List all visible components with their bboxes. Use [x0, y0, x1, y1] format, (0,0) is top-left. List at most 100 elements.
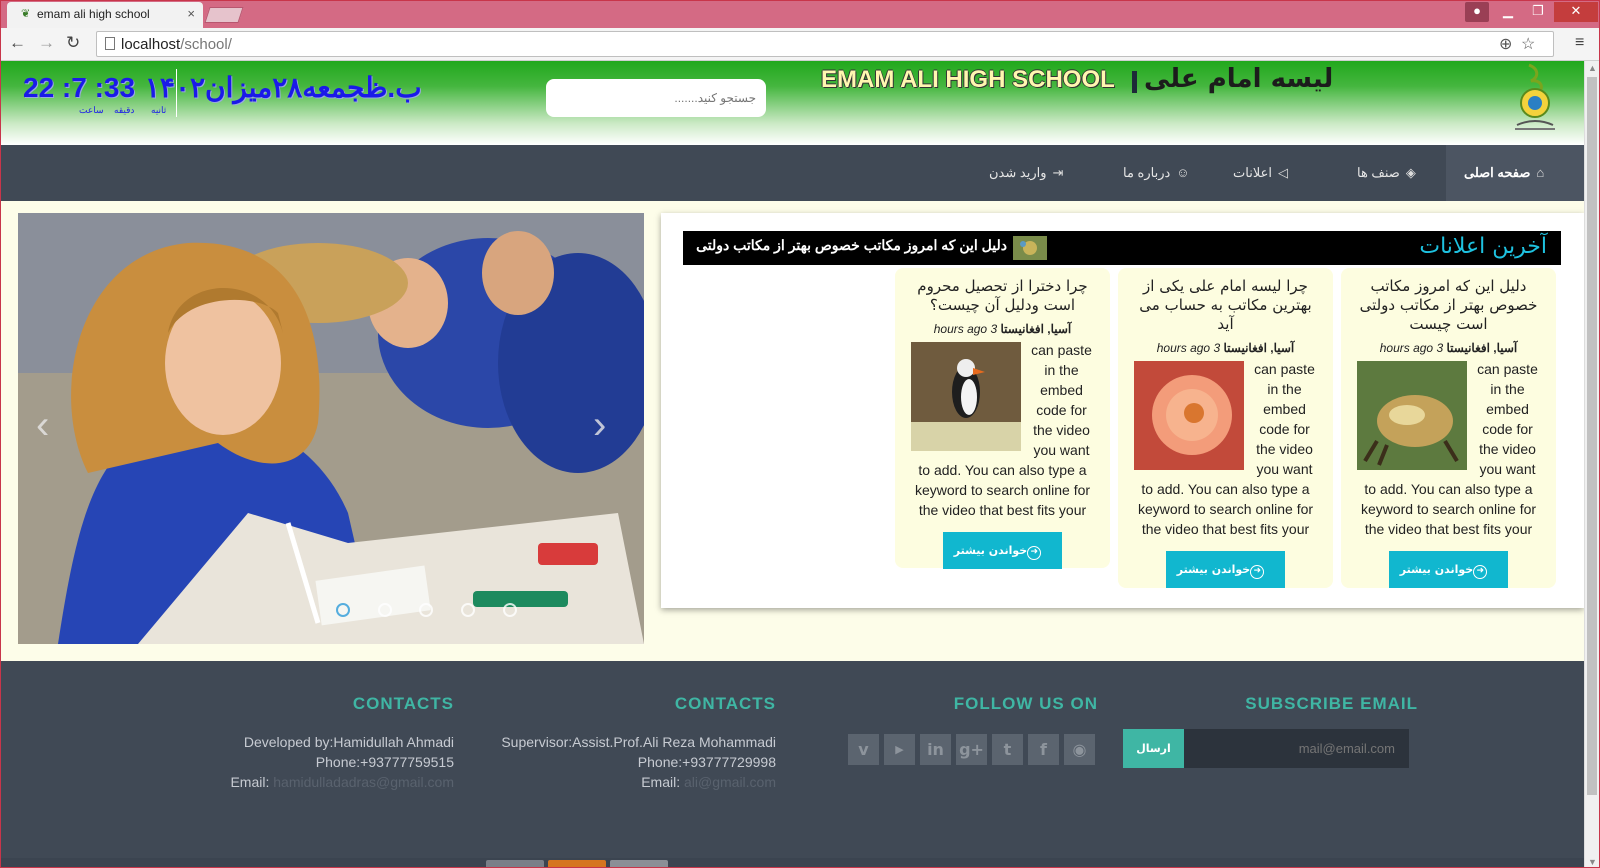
back-arrow-icon[interactable]: ←: [9, 33, 26, 53]
taskbar-item[interactable]: [610, 860, 668, 867]
news-ticker[interactable]: دلیل این که امروز مکاتب خصوص بهتر از مکا…: [683, 237, 1007, 254]
scrollbar-thumb[interactable]: [1587, 77, 1597, 795]
announcements-header-bar: آخرین اعلانات دلیل این که امروز مکاتب خص…: [683, 231, 1561, 265]
new-tab-button[interactable]: [204, 7, 244, 23]
subscribe-heading: SUBSCRIBE EMAIL: [1245, 694, 1418, 713]
url-text[interactable]: localhost/school/: [121, 36, 232, 53]
youtube-icon[interactable]: ▶: [884, 734, 915, 765]
news-card-title[interactable]: دلیل این که امروز مکاتب خصوص بهتر از مکا…: [1341, 268, 1556, 334]
news-card-body: can paste in the embed code for the vide…: [1132, 359, 1319, 539]
arrow-circle-icon: ➜: [1027, 546, 1042, 560]
title-bar: ❦ emam ali high school × ● ▁ ❐ ✕: [1, 1, 1599, 28]
classroom-photo: [18, 213, 644, 644]
megaphone-icon: ◁: [1277, 165, 1288, 180]
home-icon: ⌂: [1536, 165, 1545, 180]
news-card-title[interactable]: چرا دخترا از تحصیل محروم است ودلیل آن چی…: [895, 268, 1110, 315]
os-taskbar: [1, 858, 1584, 867]
slider-prev-arrow-icon[interactable]: ‹: [36, 403, 49, 448]
site-header: 22 :7 :33 ب.ظجمعه۲۸میزان۱۴۰۲ ساعت دقیقه …: [1, 61, 1584, 145]
supervisor-phone: Phone:+93777729998: [637, 754, 776, 770]
main-nav: صفحه اصلی ⌂ صنف ها ◈ اعلانات ◁ درباره ما ☺ و…: [1, 145, 1584, 201]
browser-menu-icon[interactable]: ≡: [1575, 34, 1584, 52]
bookmark-star-icon[interactable]: ☆: [1521, 34, 1535, 54]
contacts-heading-1: CONTACTS: [352, 694, 454, 713]
clock-divider: [176, 69, 177, 117]
developer-phone: Phone:+93777759515: [315, 754, 454, 770]
clock-label-minute: دقیقه: [114, 105, 135, 115]
news-card: چرا لیسه امام علی یکی از بهترین مکاتب به…: [1118, 268, 1333, 588]
supervisor-email-link[interactable]: ali@gmail.com: [684, 774, 776, 790]
subscribe-send-button[interactable]: ارسال: [1123, 729, 1184, 768]
slider-dot-4[interactable]: [461, 603, 475, 617]
read-more-button[interactable]: خواندن بیشتر ➜: [1389, 551, 1508, 588]
puffin-photo: [911, 342, 1021, 451]
layers-icon: ◈: [1405, 165, 1416, 180]
browser-tab[interactable]: ❦ emam ali high school ×: [7, 2, 203, 28]
news-card-body: can paste in the embed code for the vide…: [1355, 359, 1542, 539]
announcements-heading: آخرین اعلانات: [1419, 234, 1547, 259]
reload-icon[interactable]: ↻: [66, 33, 80, 53]
close-window-button[interactable]: ✕: [1554, 2, 1598, 22]
google-plus-icon[interactable]: g+: [956, 734, 987, 765]
site-footer: CONTACTS Developed by:Hamidullah Ahmadi …: [1, 661, 1584, 867]
page-scrollbar[interactable]: ▲ ▼: [1584, 61, 1599, 867]
nav-item-about[interactable]: درباره ما ☺: [1123, 145, 1190, 201]
tab-close-icon[interactable]: ×: [187, 6, 195, 21]
minimize-button[interactable]: ▁: [1495, 2, 1521, 22]
vimeo-icon[interactable]: v: [848, 734, 879, 765]
sign-in-icon: ⇥: [1052, 165, 1064, 180]
slider-dot-3[interactable]: [419, 603, 433, 617]
linkedin-icon[interactable]: in: [920, 734, 951, 765]
slider-dot-1[interactable]: [336, 603, 350, 617]
image-slider[interactable]: ‹ ›: [18, 213, 644, 644]
nav-item-home[interactable]: صفحه اصلی ⌂: [1446, 145, 1584, 201]
date-clock: 22 :7 :33 ب.ظجمعه۲۸میزان۱۴۰۲: [23, 72, 422, 103]
arrow-circle-icon: ➜: [1250, 565, 1265, 579]
browser-window: ❦ emam ali high school × ● ▁ ❐ ✕ ← → ↻ l…: [0, 0, 1600, 868]
read-more-button[interactable]: خواندن بیشتر ➜: [1166, 551, 1285, 588]
scroll-down-icon[interactable]: ▼: [1588, 857, 1597, 867]
supervisor-line: Supervisor:Assist.Prof.Ali Reza Mohammad…: [501, 734, 776, 750]
profile-icon[interactable]: ●: [1465, 2, 1489, 22]
title-divider: [1132, 71, 1137, 93]
page-icon: [105, 37, 115, 50]
subscribe-email-input[interactable]: [1185, 729, 1409, 768]
zoom-icon[interactable]: ⊕: [1499, 34, 1512, 54]
nav-item-classes[interactable]: صنف ها ◈: [1357, 145, 1416, 201]
maximize-button[interactable]: ❐: [1525, 2, 1551, 22]
news-card-meta: hours ago 3 آسیا, افغانیستا: [1156, 341, 1295, 355]
rss-icon[interactable]: ◉: [1064, 734, 1095, 765]
arrow-circle-icon: ➜: [1473, 565, 1488, 579]
nav-item-login[interactable]: وارید شدن ⇥: [989, 145, 1063, 201]
nav-item-announcements[interactable]: اعلانات ◁: [1233, 145, 1288, 201]
user-icon: ☺: [1176, 165, 1190, 180]
search-input[interactable]: [546, 79, 766, 117]
news-card-title[interactable]: چرا لیسه امام علی یکی از بهترین مکاتب به…: [1118, 268, 1333, 334]
tab-title: emam ali high school: [37, 7, 150, 21]
supervisor-email-line: Email: ali@gmail.com: [641, 774, 776, 790]
school-logo-icon[interactable]: [1509, 61, 1561, 133]
news-card-meta: hours ago 3 آسیا, افغانیستا: [933, 322, 1072, 336]
clock-label-hour: ساعت: [79, 105, 104, 115]
announcements-panel: آخرین اعلانات دلیل این که امروز مکاتب خص…: [661, 213, 1584, 608]
flower-photo: [1134, 361, 1244, 470]
address-bar[interactable]: localhost/school/ ⊕ ☆: [96, 31, 1554, 57]
slider-dot-5[interactable]: [503, 603, 517, 617]
developer-line: Developed by:Hamidullah Ahmadi: [243, 734, 454, 750]
web-page: 22 :7 :33 ب.ظجمعه۲۸میزان۱۴۰۲ ساعت دقیقه …: [1, 61, 1584, 867]
forward-arrow-icon[interactable]: →: [38, 33, 55, 53]
twitter-icon[interactable]: t: [992, 734, 1023, 765]
news-card: چرا دخترا از تحصیل محروم است ودلیل آن چی…: [895, 268, 1110, 569]
scroll-up-icon[interactable]: ▲: [1588, 63, 1597, 73]
slider-next-arrow-icon[interactable]: ›: [593, 403, 606, 448]
taskbar-item[interactable]: [486, 860, 544, 867]
taskbar-item[interactable]: [548, 860, 606, 867]
developer-email-line: Email: hamidulladadras@gmail.com: [230, 774, 454, 790]
slider-dot-2[interactable]: [378, 603, 392, 617]
news-card: دلیل این که امروز مکاتب خصوص بهتر از مکا…: [1341, 268, 1556, 588]
read-more-button[interactable]: خواندن بیشتر ➜: [943, 532, 1062, 569]
developer-email-link[interactable]: hamidulladadras@gmail.com: [273, 774, 454, 790]
clock-label-second: ثانیه: [151, 105, 167, 115]
facebook-icon[interactable]: f: [1028, 734, 1059, 765]
subscribe-form: ارسال: [1123, 729, 1409, 768]
